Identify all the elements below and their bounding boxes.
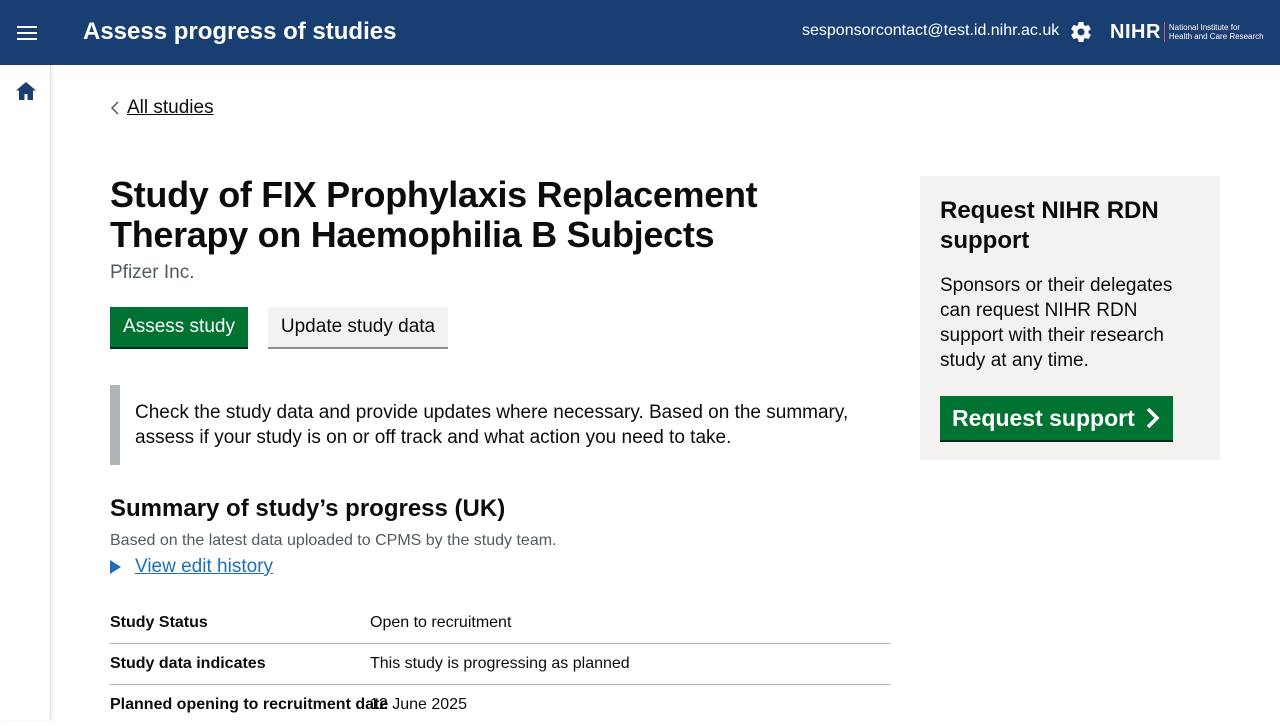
sidebar <box>0 65 51 720</box>
logo-subtitle: National Institute for Health and Care R… <box>1168 23 1264 41</box>
panel-body: Sponsors or their delegates can request … <box>940 275 1173 371</box>
summary-hint: Based on the latest data uploaded to CPM… <box>110 532 557 549</box>
summary-row-key: Study data indicates <box>110 655 266 672</box>
nihr-logo: NIHR National Institute for Health and C… <box>1110 18 1270 46</box>
logo-divider <box>1163 22 1165 42</box>
page-title: Study of FIX Prophylaxis Replacement The… <box>110 174 758 255</box>
back-link-label: All studies <box>127 97 214 118</box>
summary-row-value: Open to recruitment <box>370 614 512 631</box>
summary-heading: Summary of study’s progress (UK) <box>110 495 506 522</box>
view-edit-history-toggle[interactable]: View edit history <box>110 556 273 578</box>
triangle-right-icon <box>110 560 121 574</box>
panel-heading: Request NIHR RDN support <box>940 197 1159 254</box>
summary-row-value: This study is progressing as planned <box>370 655 630 672</box>
settings-button[interactable] <box>1069 20 1093 44</box>
view-edit-history-link[interactable]: View edit history <box>135 556 273 578</box>
inset-text: Check the study data and provide updates… <box>110 385 870 465</box>
summary-row-key: Planned opening to recruitment date <box>110 696 389 713</box>
back-link[interactable]: All studies <box>110 97 214 119</box>
menu-button[interactable] <box>10 16 44 50</box>
logo-text: NIHR <box>1110 20 1161 43</box>
summary-row-key: Study Status <box>110 614 208 631</box>
request-support-panel: Request NIHR RDN support Sponsors or the… <box>920 176 1220 460</box>
menu-icon <box>17 26 37 40</box>
update-study-data-button[interactable]: Update study data <box>268 307 448 347</box>
chevron-right-icon <box>1146 407 1160 429</box>
assess-study-button[interactable]: Assess study <box>110 307 248 347</box>
sponsor-name: Pfizer Inc. <box>110 262 195 283</box>
request-support-label: Request support <box>952 404 1135 431</box>
summary-row: Study data indicates This study is progr… <box>110 644 890 685</box>
chevron-left-icon <box>110 101 119 115</box>
home-button[interactable] <box>14 79 38 103</box>
summary-list: Study Status Open to recruitment Study d… <box>110 603 890 726</box>
summary-row-value: 12 June 2025 <box>370 696 467 713</box>
summary-row: Study Status Open to recruitment <box>110 603 890 644</box>
app-title: Assess progress of studies <box>83 18 397 45</box>
app-header: Assess progress of studies sesponsorcont… <box>0 0 1280 65</box>
user-email: sesponsorcontact@test.id.nihr.ac.uk <box>802 22 1060 39</box>
home-icon <box>16 82 36 100</box>
request-support-button[interactable]: Request support <box>940 396 1173 440</box>
gear-icon <box>1071 22 1091 43</box>
